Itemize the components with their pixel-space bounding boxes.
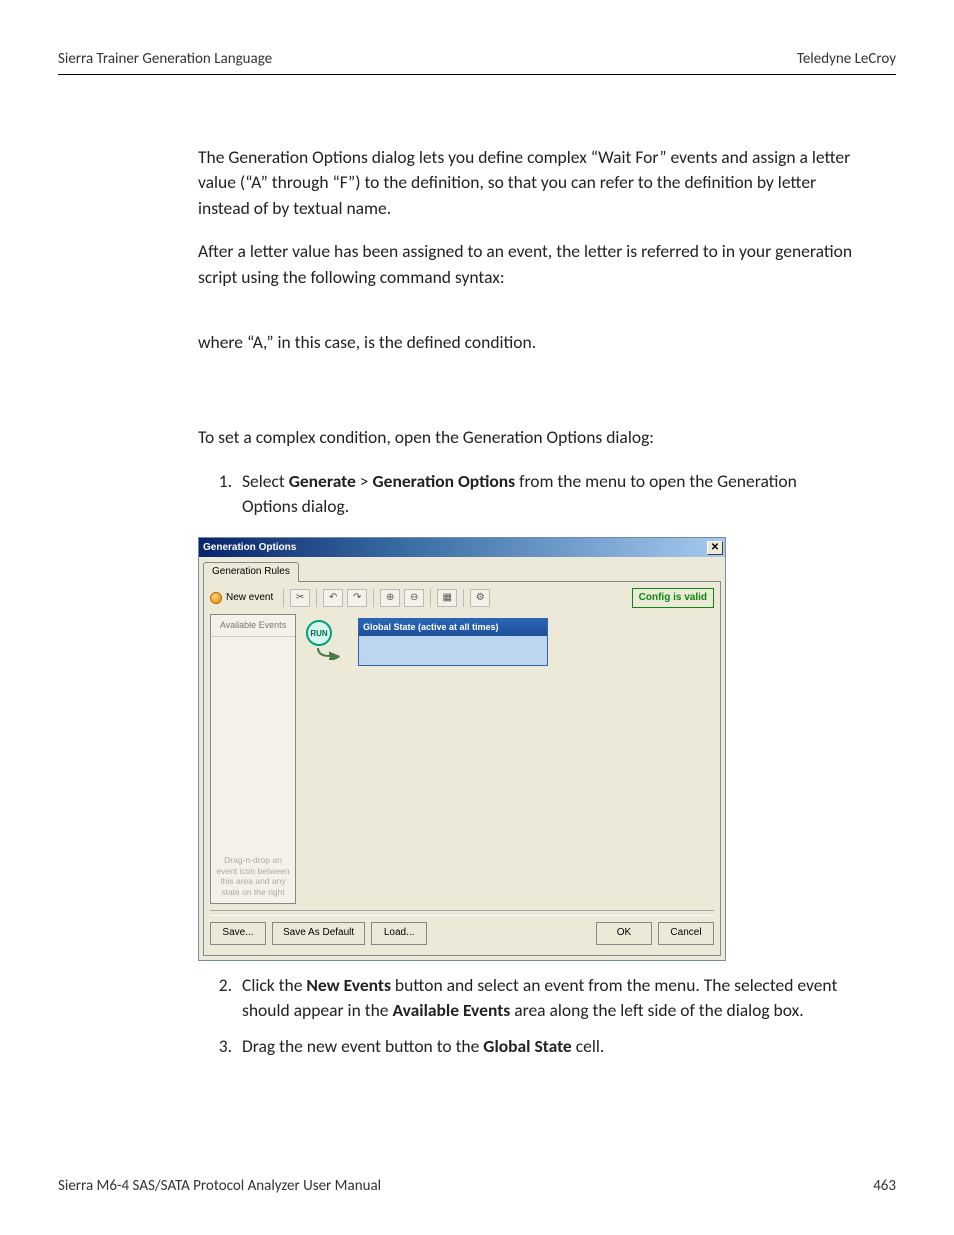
arrow-icon: [316, 646, 340, 660]
redo-button[interactable]: ↷: [347, 589, 367, 607]
new-event-button[interactable]: New event: [210, 591, 273, 606]
paragraph-4: To set a complex condition, open the Gen…: [198, 425, 856, 450]
button-spacer: [433, 922, 590, 945]
dialog-title: Generation Options: [203, 541, 296, 556]
zoom-in-icon: ⊕: [386, 591, 394, 606]
steps-list-1: Select Generate > Generation Options fro…: [236, 469, 856, 520]
drag-hint: Drag-n-drop an event icon between this a…: [215, 855, 291, 898]
step2-b2: Available Events: [392, 999, 510, 1021]
step1-gt: >: [356, 470, 373, 492]
close-button[interactable]: ✕: [707, 541, 723, 555]
footer-page: 463: [873, 1177, 896, 1195]
step1-pre: Select: [242, 470, 289, 492]
toolbar-sep-4: [430, 589, 431, 607]
zoom-out-icon: ⊖: [410, 591, 418, 606]
step3-b1: Global State: [483, 1035, 571, 1057]
new-event-icon: [210, 592, 222, 604]
fit-button[interactable]: ▦: [437, 589, 457, 607]
paragraph-3: where “A,” in this case, is the defined …: [198, 330, 856, 355]
available-events-header: Available Events: [211, 615, 295, 637]
fit-icon: ▦: [443, 591, 452, 606]
toolbar-sep-2: [316, 589, 317, 607]
separator-bar: [210, 910, 714, 916]
footer-left: Sierra M6-4 SAS/SATA Protocol Analyzer U…: [58, 1177, 381, 1195]
toolbar-sep-5: [463, 589, 464, 607]
save-button[interactable]: Save...: [210, 922, 266, 945]
gear-icon: ⚙: [476, 591, 485, 606]
step3-post: cell.: [572, 1035, 605, 1057]
tab-row: Generation Rules: [199, 557, 725, 581]
save-default-button[interactable]: Save As Default: [272, 922, 365, 945]
work-area: Available Events Drag-n-drop an event ic…: [210, 614, 714, 904]
step3-pre: Drag the new event button to the: [242, 1035, 483, 1057]
global-state-cell[interactable]: Global State (active at all times): [358, 618, 548, 666]
dialog-titlebar[interactable]: Generation Options ✕: [199, 538, 725, 557]
cancel-button[interactable]: Cancel: [658, 922, 714, 945]
new-event-label: New event: [226, 591, 273, 606]
toolbar-sep-1: [283, 589, 284, 607]
generation-options-dialog: Generation Options ✕ Generation Rules Ne…: [198, 537, 726, 961]
run-badge[interactable]: RUN: [306, 620, 332, 646]
available-events-panel[interactable]: Available Events Drag-n-drop an event ic…: [210, 614, 296, 904]
step2-post: area along the left side of the dialog b…: [510, 999, 803, 1021]
ok-button[interactable]: OK: [596, 922, 652, 945]
delete-icon: ✂: [296, 591, 304, 606]
step2-b1: New Events: [306, 974, 391, 996]
paragraph-1: The Generation Options dialog lets you d…: [198, 145, 856, 221]
global-state-header: Global State (active at all times): [359, 619, 547, 636]
step2-pre: Click the: [242, 974, 306, 996]
zoom-in-button[interactable]: ⊕: [380, 589, 400, 607]
step-2: Click the New Events button and select a…: [236, 973, 856, 1024]
close-icon: ✕: [711, 543, 719, 553]
header-right: Teledyne LeCroy: [797, 50, 896, 68]
undo-icon: ↶: [329, 591, 337, 606]
dialog-inner: New event ✂ ↶ ↷ ⊕ ⊖ ▦ ⚙ Config is valid: [203, 581, 721, 956]
load-button[interactable]: Load...: [371, 922, 427, 945]
header-rule: [58, 74, 896, 75]
settings-button[interactable]: ⚙: [470, 589, 490, 607]
undo-button[interactable]: ↶: [323, 589, 343, 607]
step-1: Select Generate > Generation Options fro…: [236, 469, 856, 520]
button-row: Save... Save As Default Load... OK Cance…: [210, 922, 714, 949]
state-canvas[interactable]: RUN Global State (active at all times): [302, 614, 714, 904]
step1-bold2: Generation Options: [372, 470, 515, 492]
step-3: Drag the new event button to the Global …: [236, 1034, 856, 1059]
redo-icon: ↷: [353, 591, 361, 606]
tab-generation-rules[interactable]: Generation Rules: [203, 562, 299, 582]
zoom-out-button[interactable]: ⊖: [404, 589, 424, 607]
steps-list-2: Click the New Events button and select a…: [236, 973, 856, 1059]
config-status: Config is valid: [632, 588, 714, 609]
delete-button[interactable]: ✂: [290, 589, 310, 607]
paragraph-2: After a letter value has been assigned t…: [198, 239, 856, 290]
header-left: Sierra Trainer Generation Language: [58, 50, 272, 68]
body-content: The Generation Options dialog lets you d…: [198, 145, 856, 1059]
toolbar: New event ✂ ↶ ↷ ⊕ ⊖ ▦ ⚙ Config is valid: [210, 588, 714, 609]
toolbar-sep-3: [373, 589, 374, 607]
step1-bold1: Generate: [289, 470, 356, 492]
